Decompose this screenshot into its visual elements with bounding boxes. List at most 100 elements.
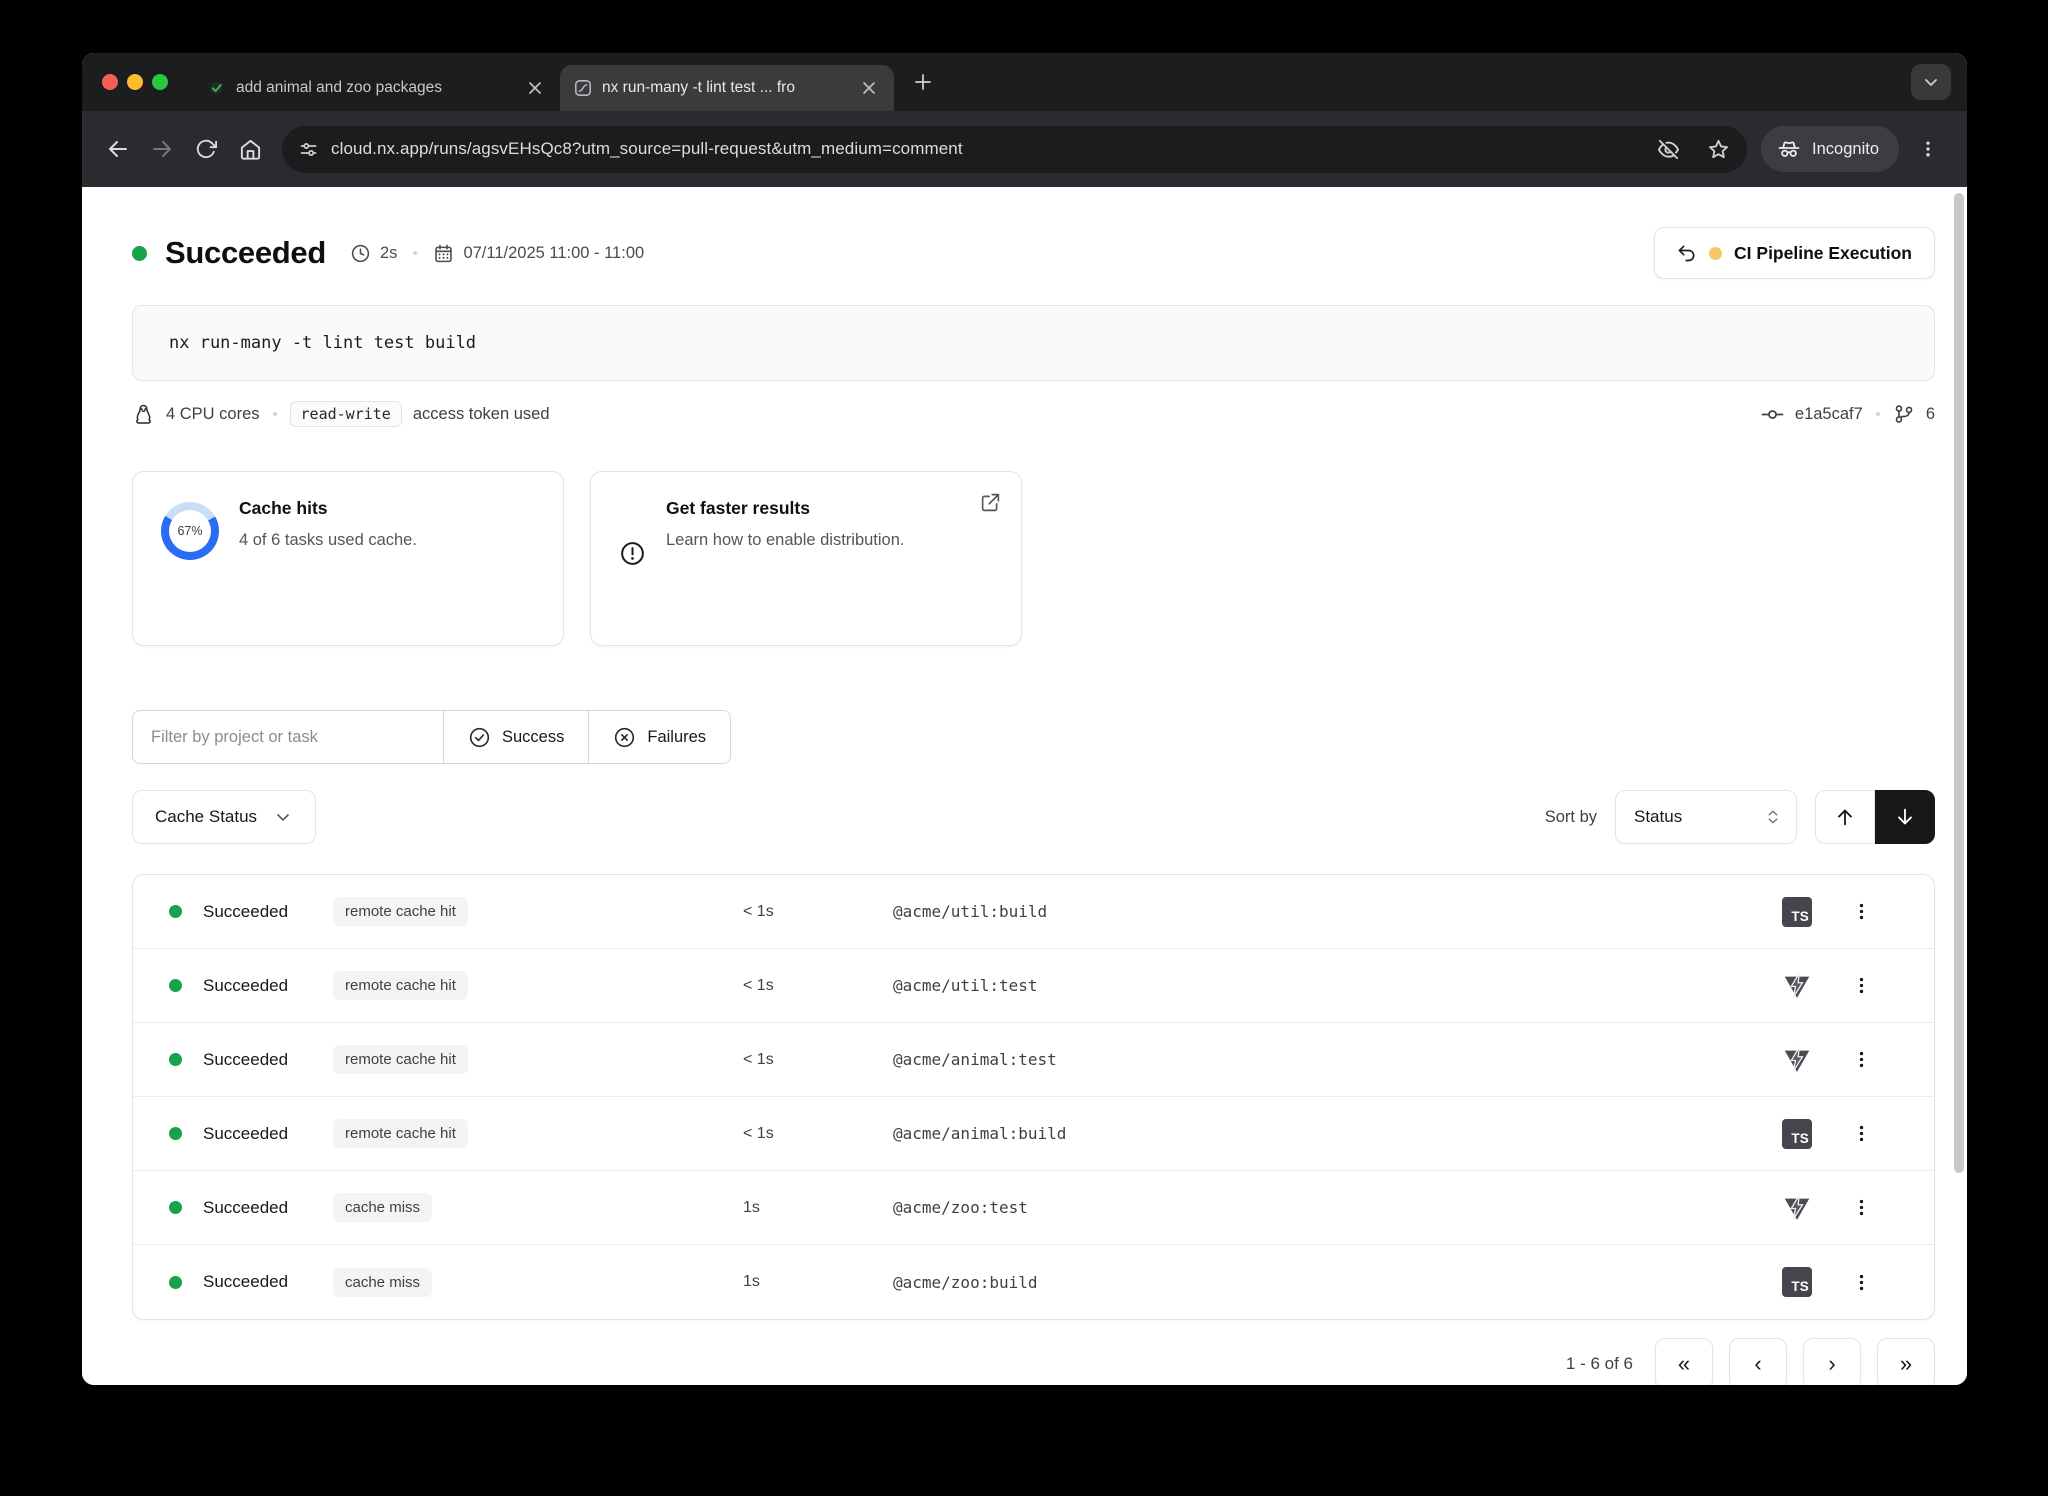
- commit-hash[interactable]: e1a5caf7: [1795, 405, 1863, 424]
- eye-off-icon[interactable]: [1649, 130, 1687, 168]
- cache-status-badge: remote cache hit: [333, 971, 468, 1000]
- back-button[interactable]: [96, 127, 140, 171]
- first-page-button[interactable]: «: [1655, 1338, 1713, 1385]
- task-status: Succeeded: [203, 1050, 333, 1070]
- filter-input[interactable]: [132, 710, 444, 764]
- window-minimize-button[interactable]: [127, 74, 143, 90]
- command-box: nx run-many -t lint test build: [132, 305, 1935, 381]
- forward-button[interactable]: [140, 127, 184, 171]
- chevron-down-icon: [273, 807, 293, 827]
- cache-status-dropdown[interactable]: Cache Status: [132, 790, 316, 844]
- command-text: nx run-many -t lint test build: [169, 333, 476, 353]
- task-table-body: Succeeded remote cache hit < 1s @acme/ut…: [132, 874, 1935, 1320]
- browser-window: add animal and zoo packages nx run-many …: [82, 53, 1967, 1385]
- table-row[interactable]: Succeeded remote cache hit < 1s @acme/an…: [133, 1023, 1934, 1097]
- task-duration: 1s: [743, 1273, 873, 1291]
- sort-field-select[interactable]: Status: [1615, 790, 1797, 844]
- ci-pipeline-execution-button[interactable]: CI Pipeline Execution: [1654, 227, 1935, 279]
- task-name[interactable]: @acme/animal:test: [873, 1050, 1765, 1069]
- filter-bar: Success Failures: [132, 710, 1935, 764]
- task-status-dot: [169, 1127, 182, 1140]
- arrow-down-icon: [1894, 806, 1916, 828]
- pipeline-status-dot: [1709, 247, 1722, 260]
- tab-list-chevron-button[interactable]: [1911, 64, 1951, 100]
- chevron-left-icon: ‹: [1754, 1351, 1761, 1377]
- separator-dot: [273, 412, 277, 416]
- branch-count[interactable]: 6: [1926, 405, 1935, 424]
- calendar-icon: [433, 243, 454, 264]
- run-header: Succeeded 2s 07/11/2025 11:00 - 11:00 CI…: [132, 227, 1935, 279]
- bookmark-star-icon[interactable]: [1699, 130, 1737, 168]
- reload-button[interactable]: [184, 127, 228, 171]
- separator-dot: [413, 251, 417, 255]
- incognito-icon: [1777, 137, 1801, 161]
- task-status: Succeeded: [203, 1198, 333, 1218]
- scrollbar-thumb[interactable]: [1954, 193, 1964, 1173]
- token-scope-badge: read-write: [290, 401, 402, 427]
- double-chevron-left-icon: «: [1678, 1351, 1690, 1377]
- table-row[interactable]: Succeeded cache miss 1s @acme/zoo:build …: [133, 1245, 1934, 1319]
- task-name[interactable]: @acme/util:test: [873, 976, 1765, 995]
- row-menu-button[interactable]: [1841, 1188, 1881, 1228]
- vitest-icon: [1782, 1193, 1812, 1223]
- x-circle-icon: [613, 726, 636, 749]
- tab-github-pr[interactable]: add animal and zoo packages: [194, 65, 560, 111]
- table-row[interactable]: Succeeded remote cache hit < 1s @acme/an…: [133, 1097, 1934, 1171]
- close-icon[interactable]: [856, 75, 882, 101]
- sort-ascending-button[interactable]: [1815, 790, 1875, 844]
- last-page-button[interactable]: »: [1877, 1338, 1935, 1385]
- filter-failures-button[interactable]: Failures: [589, 710, 731, 764]
- cache-status-badge: remote cache hit: [333, 1119, 468, 1148]
- sort-by-label: Sort by: [1545, 808, 1597, 827]
- table-row[interactable]: Succeeded remote cache hit < 1s @acme/ut…: [133, 949, 1934, 1023]
- row-menu-button[interactable]: [1841, 1114, 1881, 1154]
- cache-hits-card: 67% Cache hits 4 of 6 tasks used cache.: [132, 471, 564, 646]
- typescript-icon: TS: [1782, 897, 1812, 927]
- close-icon[interactable]: [522, 75, 548, 101]
- row-menu-button[interactable]: [1841, 892, 1881, 932]
- token-text: access token used: [413, 405, 550, 424]
- run-date-range: 07/11/2025 11:00 - 11:00: [433, 243, 644, 264]
- page-title: Succeeded: [165, 235, 326, 271]
- task-name[interactable]: @acme/util:build: [873, 902, 1765, 921]
- previous-page-button[interactable]: ‹: [1729, 1338, 1787, 1385]
- incognito-badge: Incognito: [1761, 126, 1899, 172]
- task-duration: < 1s: [743, 1051, 873, 1069]
- typescript-icon: TS: [1782, 1119, 1812, 1149]
- arrow-up-icon: [1834, 806, 1856, 828]
- row-menu-button[interactable]: [1841, 966, 1881, 1006]
- home-button[interactable]: [228, 127, 272, 171]
- site-settings-icon[interactable]: [298, 139, 319, 160]
- url-bar[interactable]: cloud.nx.app/runs/agsvEHsQc8?utm_source=…: [282, 126, 1747, 173]
- sort-descending-button[interactable]: [1875, 790, 1935, 844]
- separator-dot: [1876, 412, 1880, 416]
- filter-success-button[interactable]: Success: [444, 710, 589, 764]
- sort-direction-group: [1815, 790, 1935, 844]
- task-name[interactable]: @acme/animal:build: [873, 1124, 1765, 1143]
- new-tab-button[interactable]: [904, 63, 942, 101]
- table-row[interactable]: Succeeded remote cache hit < 1s @acme/ut…: [133, 875, 1934, 949]
- browser-toolbar: cloud.nx.app/runs/agsvEHsQc8?utm_source=…: [82, 111, 1967, 187]
- vitest-icon: [1782, 971, 1812, 1001]
- table-row[interactable]: Succeeded cache miss 1s @acme/zoo:test T…: [133, 1171, 1934, 1245]
- summary-cards: 67% Cache hits 4 of 6 tasks used cache.: [132, 471, 1935, 646]
- task-status: Succeeded: [203, 976, 333, 996]
- task-status-dot: [169, 979, 182, 992]
- next-page-button[interactable]: ›: [1803, 1338, 1861, 1385]
- row-menu-button[interactable]: [1841, 1262, 1881, 1302]
- browser-menu-icon[interactable]: [1907, 128, 1949, 170]
- cache-status-badge: cache miss: [333, 1268, 432, 1297]
- incognito-label: Incognito: [1812, 140, 1879, 159]
- clock-icon: [350, 243, 371, 264]
- task-status-dot: [169, 1053, 182, 1066]
- distribution-card[interactable]: Get faster results Learn how to enable d…: [590, 471, 1022, 646]
- updown-chevrons-icon: [1764, 808, 1782, 826]
- vitest-icon: [1782, 1045, 1812, 1075]
- tab-nx-run[interactable]: nx run-many -t lint test ... fro: [560, 65, 894, 111]
- window-close-button[interactable]: [102, 74, 118, 90]
- window-zoom-button[interactable]: [152, 74, 168, 90]
- task-name[interactable]: @acme/zoo:test: [873, 1198, 1765, 1217]
- chevron-right-icon: ›: [1828, 1351, 1835, 1377]
- row-menu-button[interactable]: [1841, 1040, 1881, 1080]
- task-name[interactable]: @acme/zoo:build: [873, 1273, 1765, 1292]
